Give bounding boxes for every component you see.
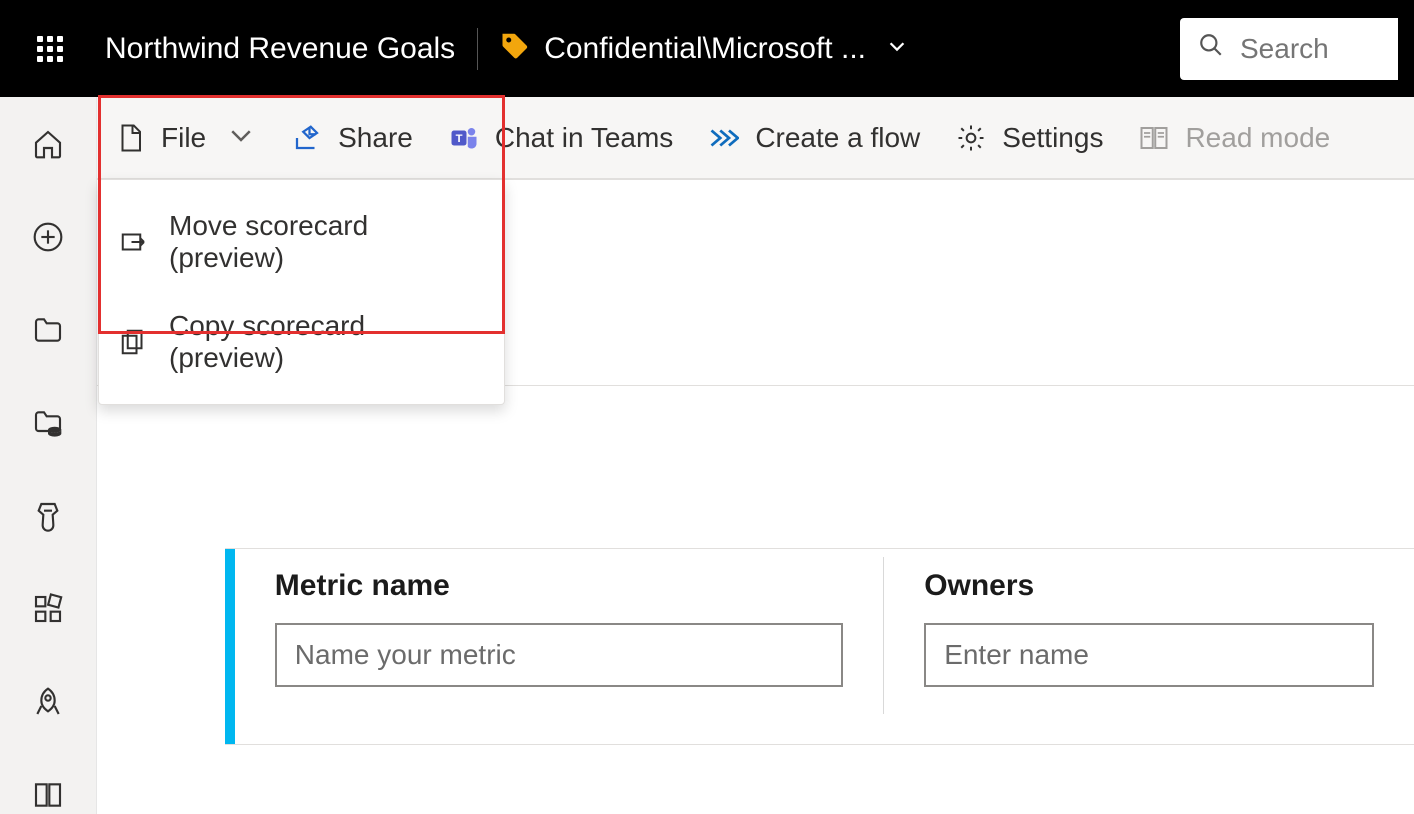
app-launcher-button[interactable]: [35, 34, 65, 64]
accent-bar: [225, 549, 235, 744]
gear-icon: [956, 123, 986, 153]
tag-icon: [500, 30, 530, 68]
metric-card: Metric name Owners: [225, 548, 1414, 745]
read-mode-label: Read mode: [1185, 122, 1330, 154]
copy-scorecard-item[interactable]: Copy scorecard (preview): [99, 292, 504, 392]
read-mode-icon: [1139, 123, 1169, 153]
nav-home[interactable]: [28, 125, 68, 162]
search-box[interactable]: [1180, 18, 1398, 80]
owners-label: Owners: [924, 569, 1374, 603]
file-label: File: [161, 122, 206, 154]
teams-icon: T: [449, 123, 479, 153]
metric-name-input[interactable]: [275, 623, 843, 687]
read-mode-button[interactable]: Read mode: [1139, 122, 1330, 154]
share-label: Share: [338, 122, 413, 154]
copy-icon: [119, 327, 149, 357]
command-ribbon: File Share T Chat in Teams Create a flow…: [97, 97, 1414, 179]
copy-scorecard-label: Copy scorecard (preview): [169, 310, 484, 374]
move-icon: [119, 227, 149, 257]
nav-deployment[interactable]: [28, 684, 68, 721]
file-dropdown-menu: Move scorecard (preview) Copy scorecard …: [98, 179, 505, 405]
document-title: Northwind Revenue Goals: [105, 32, 455, 66]
metric-name-label: Metric name: [275, 569, 843, 603]
waffle-icon: [37, 36, 63, 62]
left-nav-rail: [0, 97, 97, 814]
settings-button[interactable]: Settings: [956, 122, 1103, 154]
flow-label: Create a flow: [755, 122, 920, 154]
chevron-down-icon: [226, 120, 256, 155]
content-column: File Share T Chat in Teams Create a flow…: [97, 97, 1414, 814]
main-area: File Share T Chat in Teams Create a flow…: [0, 97, 1414, 814]
nav-learn[interactable]: [28, 777, 68, 814]
move-scorecard-item[interactable]: Move scorecard (preview): [99, 192, 504, 292]
nav-apps[interactable]: [28, 591, 68, 628]
file-menu-button[interactable]: File: [115, 120, 256, 155]
share-icon: [292, 123, 322, 153]
search-icon: [1198, 32, 1224, 65]
create-flow-button[interactable]: Create a flow: [709, 122, 920, 154]
top-header: Northwind Revenue Goals Confidential\Mic…: [0, 0, 1414, 97]
svg-text:T: T: [455, 132, 462, 144]
divider: [477, 28, 478, 70]
share-button[interactable]: Share: [292, 122, 413, 154]
owners-input[interactable]: [924, 623, 1374, 687]
owners-block: Owners: [883, 557, 1414, 714]
classification-label[interactable]: Confidential\Microsoft ...: [544, 32, 866, 66]
file-icon: [115, 123, 145, 153]
nav-metrics[interactable]: [28, 498, 68, 535]
chat-label: Chat in Teams: [495, 122, 673, 154]
search-input[interactable]: [1238, 32, 1368, 66]
flow-icon: [709, 123, 739, 153]
chat-teams-button[interactable]: T Chat in Teams: [449, 122, 673, 154]
move-scorecard-label: Move scorecard (preview): [169, 210, 484, 274]
metric-name-block: Metric name: [235, 549, 883, 744]
nav-create[interactable]: [28, 218, 68, 255]
nav-browse[interactable]: [28, 311, 68, 348]
settings-label: Settings: [1002, 122, 1103, 154]
nav-data-hub[interactable]: [28, 404, 68, 441]
chevron-down-icon[interactable]: [886, 35, 908, 63]
